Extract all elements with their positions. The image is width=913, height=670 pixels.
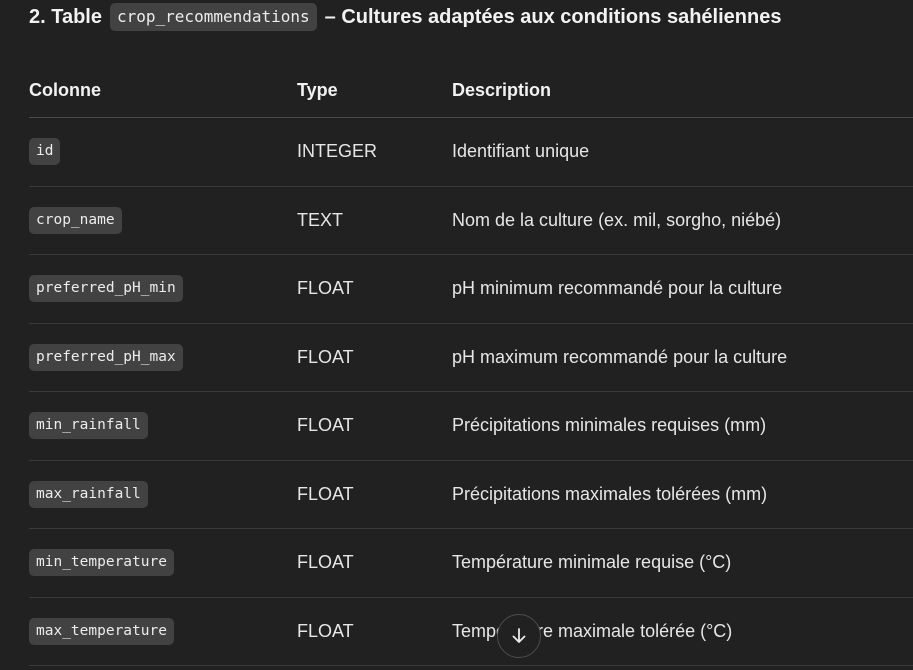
table-row: min_rainfall FLOAT Précipitations minima… — [29, 391, 913, 461]
column-name-code: min_rainfall — [29, 412, 148, 440]
cell-type: FLOAT — [297, 323, 452, 392]
cell-type: FLOAT — [297, 528, 452, 598]
heading-suffix: – Cultures adaptées aux conditions sahél… — [324, 5, 782, 28]
column-name-code: preferred_pH_min — [29, 275, 183, 303]
arrow-down-icon — [512, 628, 526, 643]
scroll-to-bottom-button[interactable] — [497, 614, 541, 658]
column-name-code: max_temperature — [29, 617, 174, 645]
cell-type: INTEGER — [297, 117, 452, 187]
schema-table: Colonne Type Description id INTEGER Iden… — [29, 64, 913, 666]
cell-column: preferred_pH_min — [29, 254, 297, 324]
cell-column: id — [29, 117, 297, 187]
cell-column: preferred_pH_max — [29, 323, 297, 392]
cell-column: crop_name — [29, 186, 297, 255]
header-description: Description — [452, 64, 913, 118]
cell-description: Température minimale requise (°C) — [452, 528, 913, 598]
header-column: Colonne — [29, 64, 297, 118]
cell-type: TEXT — [297, 186, 452, 255]
cell-type: FLOAT — [297, 597, 452, 666]
cell-column: max_temperature — [29, 597, 297, 666]
column-name-code: id — [29, 138, 61, 166]
cell-type: FLOAT — [297, 391, 452, 461]
table-row: max_temperature FLOAT Température maxima… — [29, 597, 913, 666]
cell-column: min_temperature — [29, 528, 297, 598]
cell-description: Précipitations minimales requises (mm) — [452, 391, 913, 461]
table-row: preferred_pH_max FLOAT pH maximum recomm… — [29, 323, 913, 392]
cell-type: FLOAT — [297, 460, 452, 529]
table-row: preferred_pH_min FLOAT pH minimum recomm… — [29, 254, 913, 324]
cell-column: max_rainfall — [29, 460, 297, 529]
table-row: max_rainfall FLOAT Précipitations maxima… — [29, 460, 913, 529]
cell-column: min_rainfall — [29, 391, 297, 461]
section-heading: 2. Table crop_recommendations – Cultures… — [29, 0, 781, 34]
cell-description: pH maximum recommandé pour la culture — [452, 323, 913, 392]
table-header-row: Colonne Type Description — [29, 64, 913, 118]
header-type: Type — [297, 64, 452, 118]
cell-description: Précipitations maximales tolérées (mm) — [452, 460, 913, 529]
table-name-code: crop_recommendations — [110, 2, 317, 32]
column-name-code: preferred_pH_max — [29, 343, 183, 371]
column-name-code: crop_name — [29, 206, 122, 234]
column-name-code: max_rainfall — [29, 480, 148, 508]
table-row: id INTEGER Identifiant unique — [29, 117, 913, 187]
cell-description: pH minimum recommandé pour la culture — [452, 254, 913, 324]
cell-description: Nom de la culture (ex. mil, sorgho, niéb… — [452, 186, 913, 255]
column-name-code: min_temperature — [29, 549, 174, 577]
cell-description: Identifiant unique — [452, 117, 913, 187]
table-row: min_temperature FLOAT Température minima… — [29, 528, 913, 598]
table-row: crop_name TEXT Nom de la culture (ex. mi… — [29, 186, 913, 255]
cell-type: FLOAT — [297, 254, 452, 324]
heading-prefix: 2. Table — [29, 5, 102, 28]
